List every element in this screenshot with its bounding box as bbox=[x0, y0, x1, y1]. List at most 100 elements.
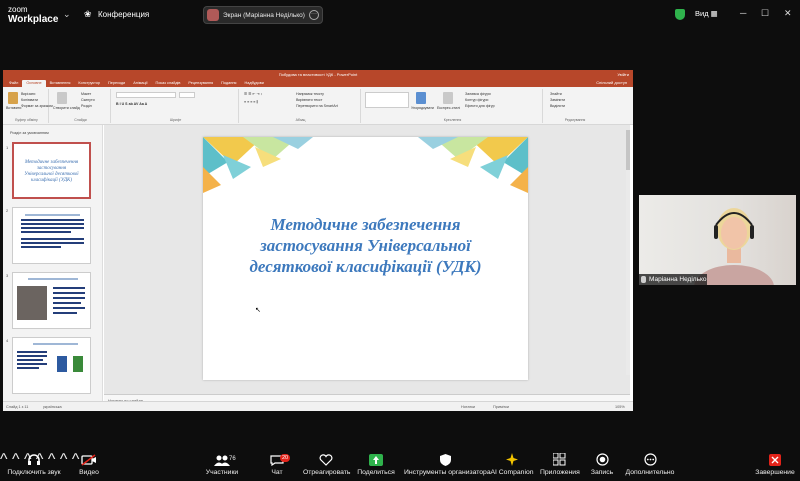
react-label: Отреагировать bbox=[303, 469, 351, 476]
video-button[interactable]: Видео bbox=[72, 451, 106, 481]
reset-button[interactable]: Скинути bbox=[81, 98, 95, 102]
shape-fill-button[interactable]: Заливка фігури bbox=[465, 92, 491, 96]
new-slide-label[interactable]: Створити слайд bbox=[53, 106, 80, 110]
font-name-box[interactable] bbox=[116, 92, 176, 98]
react-button[interactable]: Отреагировать bbox=[303, 451, 351, 481]
find-button[interactable]: Знайти bbox=[550, 92, 562, 96]
more-icon[interactable]: ··· bbox=[309, 10, 319, 20]
font-bold-row[interactable]: B I U S ab AV Aa A bbox=[116, 102, 147, 106]
audio-button[interactable]: Подключить звук bbox=[6, 451, 62, 481]
decoration-left bbox=[203, 137, 313, 193]
shape-effects-button[interactable]: Ефекти для фігур bbox=[465, 104, 495, 108]
section-header[interactable]: Розділ за умовчанням bbox=[3, 125, 102, 135]
ppt-window-title: Побудова та властивості УДК - PowerPoint bbox=[278, 72, 358, 77]
end-button[interactable]: Завершение bbox=[754, 451, 796, 481]
format-painter-button[interactable]: Формат за зразком bbox=[21, 104, 53, 108]
end-icon bbox=[754, 451, 796, 468]
ppt-tab[interactable]: Основне bbox=[22, 80, 46, 87]
thumb-book bbox=[57, 356, 67, 372]
share-label: Поделиться bbox=[357, 469, 395, 476]
thumb-number: 4 bbox=[6, 338, 9, 343]
replace-button[interactable]: Замінити bbox=[550, 98, 565, 102]
participant-video-tile[interactable]: Маріанна Неділько bbox=[639, 195, 796, 285]
current-slide[interactable]: Методичне забезпечення застосування Унів… bbox=[203, 137, 528, 380]
ppt-tab[interactable]: Показ слайдів bbox=[152, 80, 185, 87]
align-row[interactable]: ≡ ≡ ≡ ≡ ⫼ bbox=[244, 100, 258, 104]
bullets-row[interactable]: ☰ ☰ ⇤ ⇥ ↕ bbox=[244, 92, 262, 96]
cut-button[interactable]: Вирізати bbox=[21, 92, 35, 96]
thumb-text-line bbox=[17, 363, 47, 365]
ppt-signin[interactable]: Увійти bbox=[617, 70, 629, 79]
notes-toggle[interactable]: Нотатки bbox=[461, 405, 475, 409]
zoom-level[interactable]: 105% bbox=[615, 405, 625, 409]
arrange-button[interactable]: Упорядкувати bbox=[411, 106, 434, 110]
ppt-tab[interactable]: Вставлення bbox=[46, 80, 75, 87]
ppt-tab[interactable]: Рецензування bbox=[184, 80, 217, 87]
ribbon-group-paragraph: ☰ ☰ ⇤ ⇥ ↕ ≡ ≡ ≡ ≡ ⫼ Напрямок тексту Вирі… bbox=[241, 89, 361, 123]
ppt-tab[interactable]: Надбудови bbox=[241, 80, 268, 87]
share-screen-icon bbox=[356, 451, 396, 468]
thumb-text-line bbox=[33, 343, 78, 345]
vertical-scrollbar[interactable] bbox=[626, 130, 630, 375]
select-button[interactable]: Виділити bbox=[550, 104, 565, 108]
shield-icon[interactable] bbox=[675, 9, 685, 20]
ppt-tab[interactable]: Анімації bbox=[129, 80, 151, 87]
language-indicator[interactable]: українська bbox=[43, 405, 62, 409]
thumb-text-line bbox=[21, 231, 71, 233]
ai-companion-button[interactable]: AI Companion bbox=[490, 451, 534, 481]
conference-label: Конференция bbox=[98, 9, 150, 19]
more-button[interactable]: Дополнительно bbox=[624, 451, 676, 481]
ppt-tab[interactable]: Подання bbox=[217, 80, 240, 87]
participants-button[interactable]: Участники bbox=[200, 451, 244, 481]
thumbnail-slide-1[interactable]: Методичне забезпечення застосування Унів… bbox=[12, 142, 91, 199]
comments-toggle[interactable]: Примітки bbox=[493, 405, 509, 409]
arrange-icon[interactable] bbox=[416, 92, 426, 104]
apps-button[interactable]: Приложения bbox=[540, 451, 580, 481]
ppt-tab[interactable]: Переходи bbox=[104, 80, 129, 87]
layout-button[interactable]: Макет bbox=[81, 92, 91, 96]
host-tools-button[interactable]: Инструменты организатора bbox=[404, 451, 491, 481]
chevron-down-icon[interactable]: ⌄ bbox=[63, 9, 71, 20]
thumb-text-line bbox=[21, 246, 61, 248]
align-text-button[interactable]: Вирівняти текст bbox=[296, 98, 322, 102]
smartart-button[interactable]: Перетворити на SmartArt bbox=[296, 104, 338, 108]
screen-share-pill[interactable]: Экран (Маріанна Неділько) ··· bbox=[203, 6, 323, 24]
participants-count: 76 bbox=[229, 456, 236, 462]
ppt-tab[interactable]: Конструктор bbox=[74, 80, 104, 87]
new-slide-icon[interactable] bbox=[57, 92, 67, 104]
slide-counter: Слайд 1 з 11 bbox=[6, 405, 29, 409]
shape-outline-button[interactable]: Контур фігури bbox=[465, 98, 488, 102]
scrollbar-thumb[interactable] bbox=[626, 130, 630, 170]
copy-button[interactable]: Копіювати bbox=[21, 98, 38, 102]
thumb-number: 3 bbox=[6, 273, 9, 278]
view-menu[interactable]: Вид ▦ bbox=[695, 9, 718, 18]
close-button[interactable]: ✕ bbox=[784, 8, 792, 19]
thumb-text-line bbox=[53, 287, 85, 289]
conference-menu[interactable]: ❀ Конференция bbox=[84, 9, 149, 19]
shapes-gallery[interactable] bbox=[365, 92, 409, 108]
paste-label[interactable]: Вставити bbox=[6, 106, 21, 110]
ppt-title-bar: Побудова та властивості УДК - PowerPoint… bbox=[3, 70, 633, 79]
ai-companion-label: AI Companion bbox=[490, 469, 534, 476]
thumb-text-line bbox=[53, 292, 85, 294]
record-label: Запись bbox=[590, 469, 614, 476]
minimize-button[interactable]: ─ bbox=[740, 8, 746, 18]
quick-styles-button[interactable]: Експрес-стилі bbox=[437, 106, 460, 110]
share-button[interactable]: Поделиться bbox=[356, 451, 396, 481]
section-button[interactable]: Розділ bbox=[81, 104, 92, 108]
font-size-box[interactable] bbox=[179, 92, 195, 98]
ppt-share-button[interactable]: Спільний доступ bbox=[596, 79, 627, 87]
participants-icon bbox=[200, 451, 244, 468]
thumbnail-slide-2[interactable] bbox=[12, 207, 91, 264]
maximize-button[interactable]: ☐ bbox=[761, 8, 769, 19]
paste-icon[interactable] bbox=[8, 92, 18, 104]
thumbnail-slide-4[interactable] bbox=[12, 337, 91, 394]
thumb-text-line bbox=[21, 242, 84, 244]
thumbnail-slide-3[interactable] bbox=[12, 272, 91, 329]
ribbon-group-slides: Створити слайд Макет Скинути Розділ Слай… bbox=[51, 89, 111, 123]
ppt-tab[interactable]: Файл bbox=[5, 80, 22, 87]
text-direction-button[interactable]: Напрямок тексту bbox=[296, 92, 324, 96]
thumb-text-line bbox=[21, 227, 84, 229]
quick-styles-icon[interactable] bbox=[443, 92, 453, 104]
record-button[interactable]: Запись bbox=[588, 451, 616, 481]
